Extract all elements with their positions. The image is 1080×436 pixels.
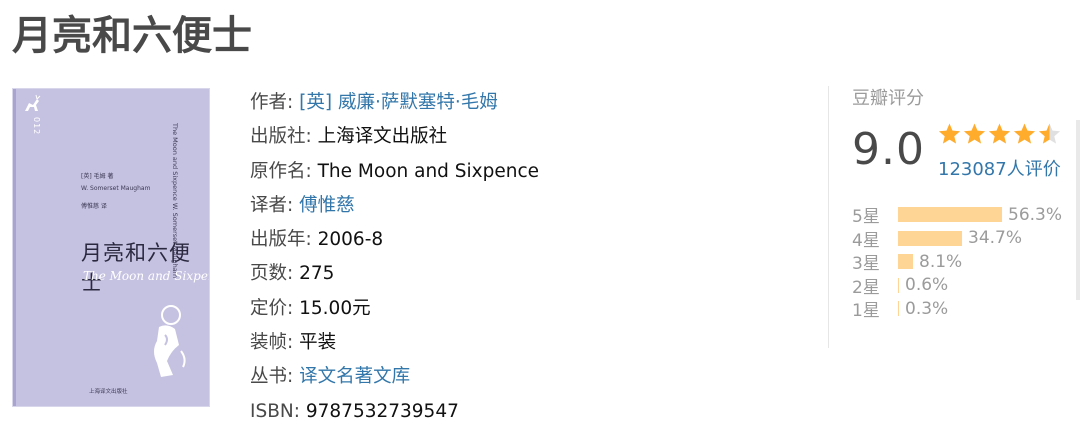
cover-translator: 傅惟慈 译: [81, 203, 107, 210]
isbn-label: ISBN:: [250, 400, 300, 422]
book-cover-image[interactable]: 012 [英] 毛姆 著 W. Somerset Maugham 傅惟慈 译 T…: [12, 88, 210, 407]
rating-row-1: 1星 0.3%: [852, 297, 1062, 322]
info-publisher: 出版社: 上海译文出版社: [250, 120, 539, 154]
cover-publisher: 上海译文出版社: [89, 389, 128, 395]
info-isbn: ISBN: 9787532739547: [250, 395, 539, 429]
rating-row-5: 5星 56.3%: [852, 203, 1063, 228]
deer-logo-icon: [25, 94, 41, 111]
star-icon: [938, 123, 961, 144]
section-divider: [828, 86, 829, 348]
info-binding: 装帧: 平装: [250, 326, 539, 360]
rating-row-label: 5星: [852, 207, 880, 228]
rating-row-4: 4星 34.7%: [852, 227, 1062, 251]
pages-label: 页数:: [250, 263, 294, 285]
binding-label: 装帧:: [250, 332, 294, 354]
rating-percent: 34.7%: [968, 228, 1023, 249]
rating-bar: [898, 277, 899, 293]
rating-bar: [898, 254, 913, 270]
rating-score: 9.0: [852, 124, 925, 175]
cover-series-number: 012: [32, 117, 41, 136]
star-half-icon: [1038, 123, 1061, 144]
rating-row-label: 2星: [852, 277, 880, 298]
pub-year-value: 2006-8: [317, 229, 384, 251]
rating-percent: 8.1%: [919, 251, 963, 272]
cover-author-en: W. Somerset Maugham: [81, 185, 151, 192]
rating-title: 豆瓣评分: [852, 88, 924, 109]
star-icon: [963, 123, 986, 144]
rating-bar: [898, 301, 899, 317]
info-original-title: 原作名: The Moon and Sixpence: [250, 155, 539, 189]
publisher-value: 上海译文出版社: [317, 126, 448, 148]
info-pages: 页数: 275: [250, 257, 539, 291]
translator-link[interactable]: 傅惟慈: [299, 195, 355, 216]
cover-stripe: [13, 89, 16, 406]
pages-value: 275: [299, 263, 335, 285]
rating-row-label: 1星: [852, 301, 880, 322]
rating-stars: [937, 122, 1062, 146]
star-icon: [1013, 123, 1036, 144]
star-icon: [988, 123, 1011, 144]
info-pub-year: 出版年: 2006-8: [250, 223, 539, 257]
author-label: 作者:: [250, 92, 294, 113]
book-info: 作者: [英] 威廉·萨默塞特·毛姆 出版社: 上海译文出版社 原作名: The…: [250, 86, 539, 429]
isbn-value: 9787532739547: [305, 400, 459, 422]
translator-label: 译者:: [250, 194, 294, 216]
cover-title-en: The Moon and Sixpence: [83, 269, 209, 283]
publisher-label: 出版社:: [250, 126, 312, 148]
rating-row-label: 3星: [852, 254, 880, 275]
pub-year-label: 出版年:: [250, 229, 312, 251]
info-series: 丛书: 译文名著文库: [250, 360, 539, 394]
rating-percent: 56.3%: [1008, 204, 1063, 225]
rating-bar: [898, 230, 962, 246]
binding-value: 平装: [299, 332, 337, 354]
cover-title-cn: 月亮和六便士: [81, 241, 191, 295]
rating-row-2: 2星 0.6%: [852, 274, 1062, 298]
rating-bar: [898, 207, 1002, 223]
rating-percent: 0.3%: [905, 298, 949, 319]
rating-row-3: 3星 8.1%: [852, 250, 1062, 275]
rating-row-label: 4星: [852, 230, 880, 251]
info-translator: 译者: 傅惟慈: [250, 189, 539, 223]
original-title-value: The Moon and Sixpence: [317, 160, 540, 182]
rating-distribution: 5星 56.3% 4星 34.7% 3星 8.1% 2星 0.6% 1星 0.3…: [852, 203, 1063, 322]
info-author: 作者: [英] 威廉·萨默塞特·毛姆: [250, 86, 539, 120]
original-title-label: 原作名:: [250, 160, 312, 182]
cover-author-cn: [英] 毛姆 著: [81, 173, 114, 180]
info-price: 定价: 15.00元: [250, 292, 539, 326]
series-label: 丛书:: [250, 366, 294, 388]
book-title: 月亮和六便士: [12, 13, 252, 59]
page-edge: [1076, 120, 1080, 300]
rating-votes-link[interactable]: 123087人评价: [938, 155, 1061, 181]
price-label: 定价:: [250, 297, 294, 319]
price-value: 15.00元: [299, 297, 371, 319]
rating-percent: 0.6%: [905, 275, 949, 296]
author-link[interactable]: [英] 威廉·萨默塞特·毛姆: [299, 92, 498, 113]
cover-illustration-icon: [154, 305, 186, 377]
series-link[interactable]: 译文名著文库: [299, 366, 410, 387]
